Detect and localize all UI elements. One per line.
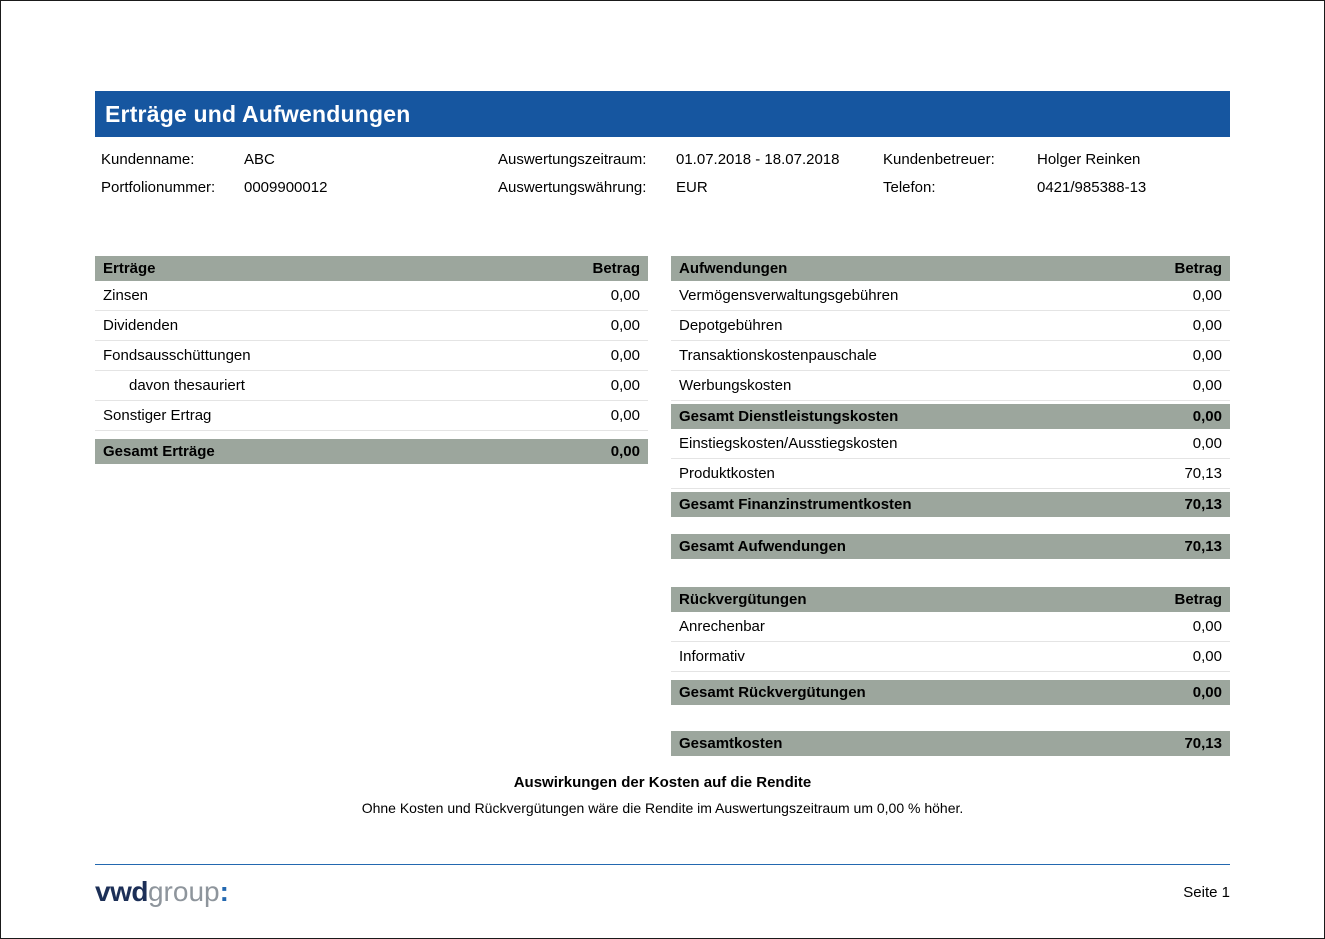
table-row: Depotgebühren 0,00 [671,311,1230,341]
rueckverguetungen-header-row: Rückvergütungen Betrag [671,587,1230,612]
row-label: Werbungskosten [679,376,791,395]
meta-label-kundenname: Kundenname: [101,150,244,169]
row-value: 70,13 [1184,464,1222,483]
total-label: Gesamt Erträge [103,442,215,461]
aufwendungen-table: Aufwendungen Betrag Vermögensverwaltungs… [671,256,1230,559]
row-value: 0,00 [1193,647,1222,666]
row-label: Sonstiger Ertrag [103,406,211,425]
rueckverguetungen-amount-header: Betrag [1174,590,1222,609]
meta-value-telefon: 0421/985388-13 [1037,178,1230,197]
ertraege-table: Erträge Betrag Zinsen 0,00 Dividenden 0,… [95,256,648,464]
page-footer: vwdgroup: Seite 1 [95,864,1230,908]
table-row: Vermögensverwaltungsgebühren 0,00 [671,281,1230,311]
ertraege-header-row: Erträge Betrag [95,256,648,281]
rueckverguetungen-total-row: Gesamt Rückvergütungen 0,00 [671,680,1230,705]
row-value: 0,00 [611,316,640,335]
meta-section: Kundenname: ABC Auswertungszeitraum: 01.… [95,150,1230,197]
table-row: Sonstiger Ertrag 0,00 [95,401,648,431]
row-label: Dividenden [103,316,178,335]
logo-vwd-text: vwd [95,876,148,907]
row-label: Informativ [679,647,745,666]
row-value: 0,00 [611,376,640,395]
table-row: Fondsausschüttungen 0,00 [95,341,648,371]
row-label: Einstiegskosten/Ausstiegskosten [679,434,897,453]
row-value: 0,00 [611,346,640,365]
row-label: Zinsen [103,286,148,305]
logo-colon: : [220,876,229,907]
total-label: Gesamt Rückvergütungen [679,683,866,702]
meta-label-auswertungszeitraum: Auswertungszeitraum: [498,150,676,169]
tables-section: Erträge Betrag Zinsen 0,00 Dividenden 0,… [95,256,1230,756]
table-row: Werbungskosten 0,00 [671,371,1230,401]
table-row: Zinsen 0,00 [95,281,648,311]
total-value: 70,13 [1184,495,1222,514]
meta-value-portfolionummer: 0009900012 [244,178,498,197]
row-value: 0,00 [1193,617,1222,636]
total-label: Gesamtkosten [679,734,782,753]
page-number: Seite 1 [1183,884,1230,901]
total-label: Gesamt Finanzinstrumentkosten [679,495,912,514]
total-value: 70,13 [1184,734,1222,753]
row-value: 0,00 [1193,286,1222,305]
ertraege-total-row: Gesamt Erträge 0,00 [95,439,648,464]
rueckverguetungen-header-label: Rückvergütungen [679,590,807,609]
table-row: Einstiegskosten/Ausstiegskosten 0,00 [671,429,1230,459]
row-value: 0,00 [1193,434,1222,453]
rueckverguetungen-table: Rückvergütungen Betrag Anrechenbar 0,00 … [671,587,1230,705]
report-page: Erträge und Aufwendungen Kundenname: ABC… [0,0,1325,939]
table-row: Anrechenbar 0,00 [671,612,1230,642]
total-value: 0,00 [1193,407,1222,426]
total-value: 70,13 [1184,537,1222,556]
row-label: Produktkosten [679,464,775,483]
meta-value-kundenbetreuer: Holger Reinken [1037,150,1230,169]
row-value: 0,00 [1193,376,1222,395]
total-value: 0,00 [1193,683,1222,702]
dienstleistungskosten-total-row: Gesamt Dienstleistungskosten 0,00 [671,404,1230,429]
meta-value-kundenname: ABC [244,150,498,169]
row-label: Fondsausschüttungen [103,346,251,365]
finanzinstrumentkosten-total-row: Gesamt Finanzinstrumentkosten 70,13 [671,492,1230,517]
cost-impact-text: Ohne Kosten und Rückvergütungen wäre die… [1,800,1324,816]
cost-impact-section: Auswirkungen der Kosten auf die Rendite … [1,774,1324,816]
meta-label-kundenbetreuer: Kundenbetreuer: [883,150,1037,169]
row-value: 0,00 [1193,346,1222,365]
row-value: 0,00 [611,286,640,305]
meta-label-auswertungswaehrung: Auswertungswährung: [498,178,676,197]
table-row: Dividenden 0,00 [95,311,648,341]
vwd-group-logo: vwdgroup: [95,876,229,908]
row-label: Depotgebühren [679,316,782,335]
table-row: Produktkosten 70,13 [671,459,1230,489]
meta-label-telefon: Telefon: [883,178,1037,197]
meta-value-auswertungszeitraum: 01.07.2018 - 18.07.2018 [676,150,883,169]
ertraege-amount-header: Betrag [592,259,640,278]
row-label: Transaktionskostenpauschale [679,346,877,365]
row-value: 0,00 [611,406,640,425]
row-label: Vermögensverwaltungsgebühren [679,286,898,305]
row-label: Anrechenbar [679,617,765,636]
aufwendungen-amount-header: Betrag [1174,259,1222,278]
aufwendungen-header-label: Aufwendungen [679,259,787,278]
row-label: davon thesauriert [103,376,245,395]
table-row: davon thesauriert 0,00 [95,371,648,401]
table-row: Transaktionskostenpauschale 0,00 [671,341,1230,371]
page-title: Erträge und Aufwendungen [105,101,411,128]
gesamtkosten-total-row: Gesamtkosten 70,13 [671,731,1230,756]
cost-impact-heading: Auswirkungen der Kosten auf die Rendite [1,774,1324,791]
meta-label-portfolionummer: Portfolionummer: [101,178,244,197]
aufwendungen-header-row: Aufwendungen Betrag [671,256,1230,281]
row-value: 0,00 [1193,316,1222,335]
total-label: Gesamt Dienstleistungskosten [679,407,898,426]
report-title-bar: Erträge und Aufwendungen [95,91,1230,137]
table-row: Informativ 0,00 [671,642,1230,672]
aufwendungen-column: Aufwendungen Betrag Vermögensverwaltungs… [671,256,1230,756]
total-label: Gesamt Aufwendungen [679,537,846,556]
ertraege-column: Erträge Betrag Zinsen 0,00 Dividenden 0,… [95,256,648,464]
ertraege-header-label: Erträge [103,259,156,278]
total-value: 0,00 [611,442,640,461]
aufwendungen-total-row: Gesamt Aufwendungen 70,13 [671,534,1230,559]
logo-group-text: group [148,876,220,907]
meta-value-auswertungswaehrung: EUR [676,178,883,197]
